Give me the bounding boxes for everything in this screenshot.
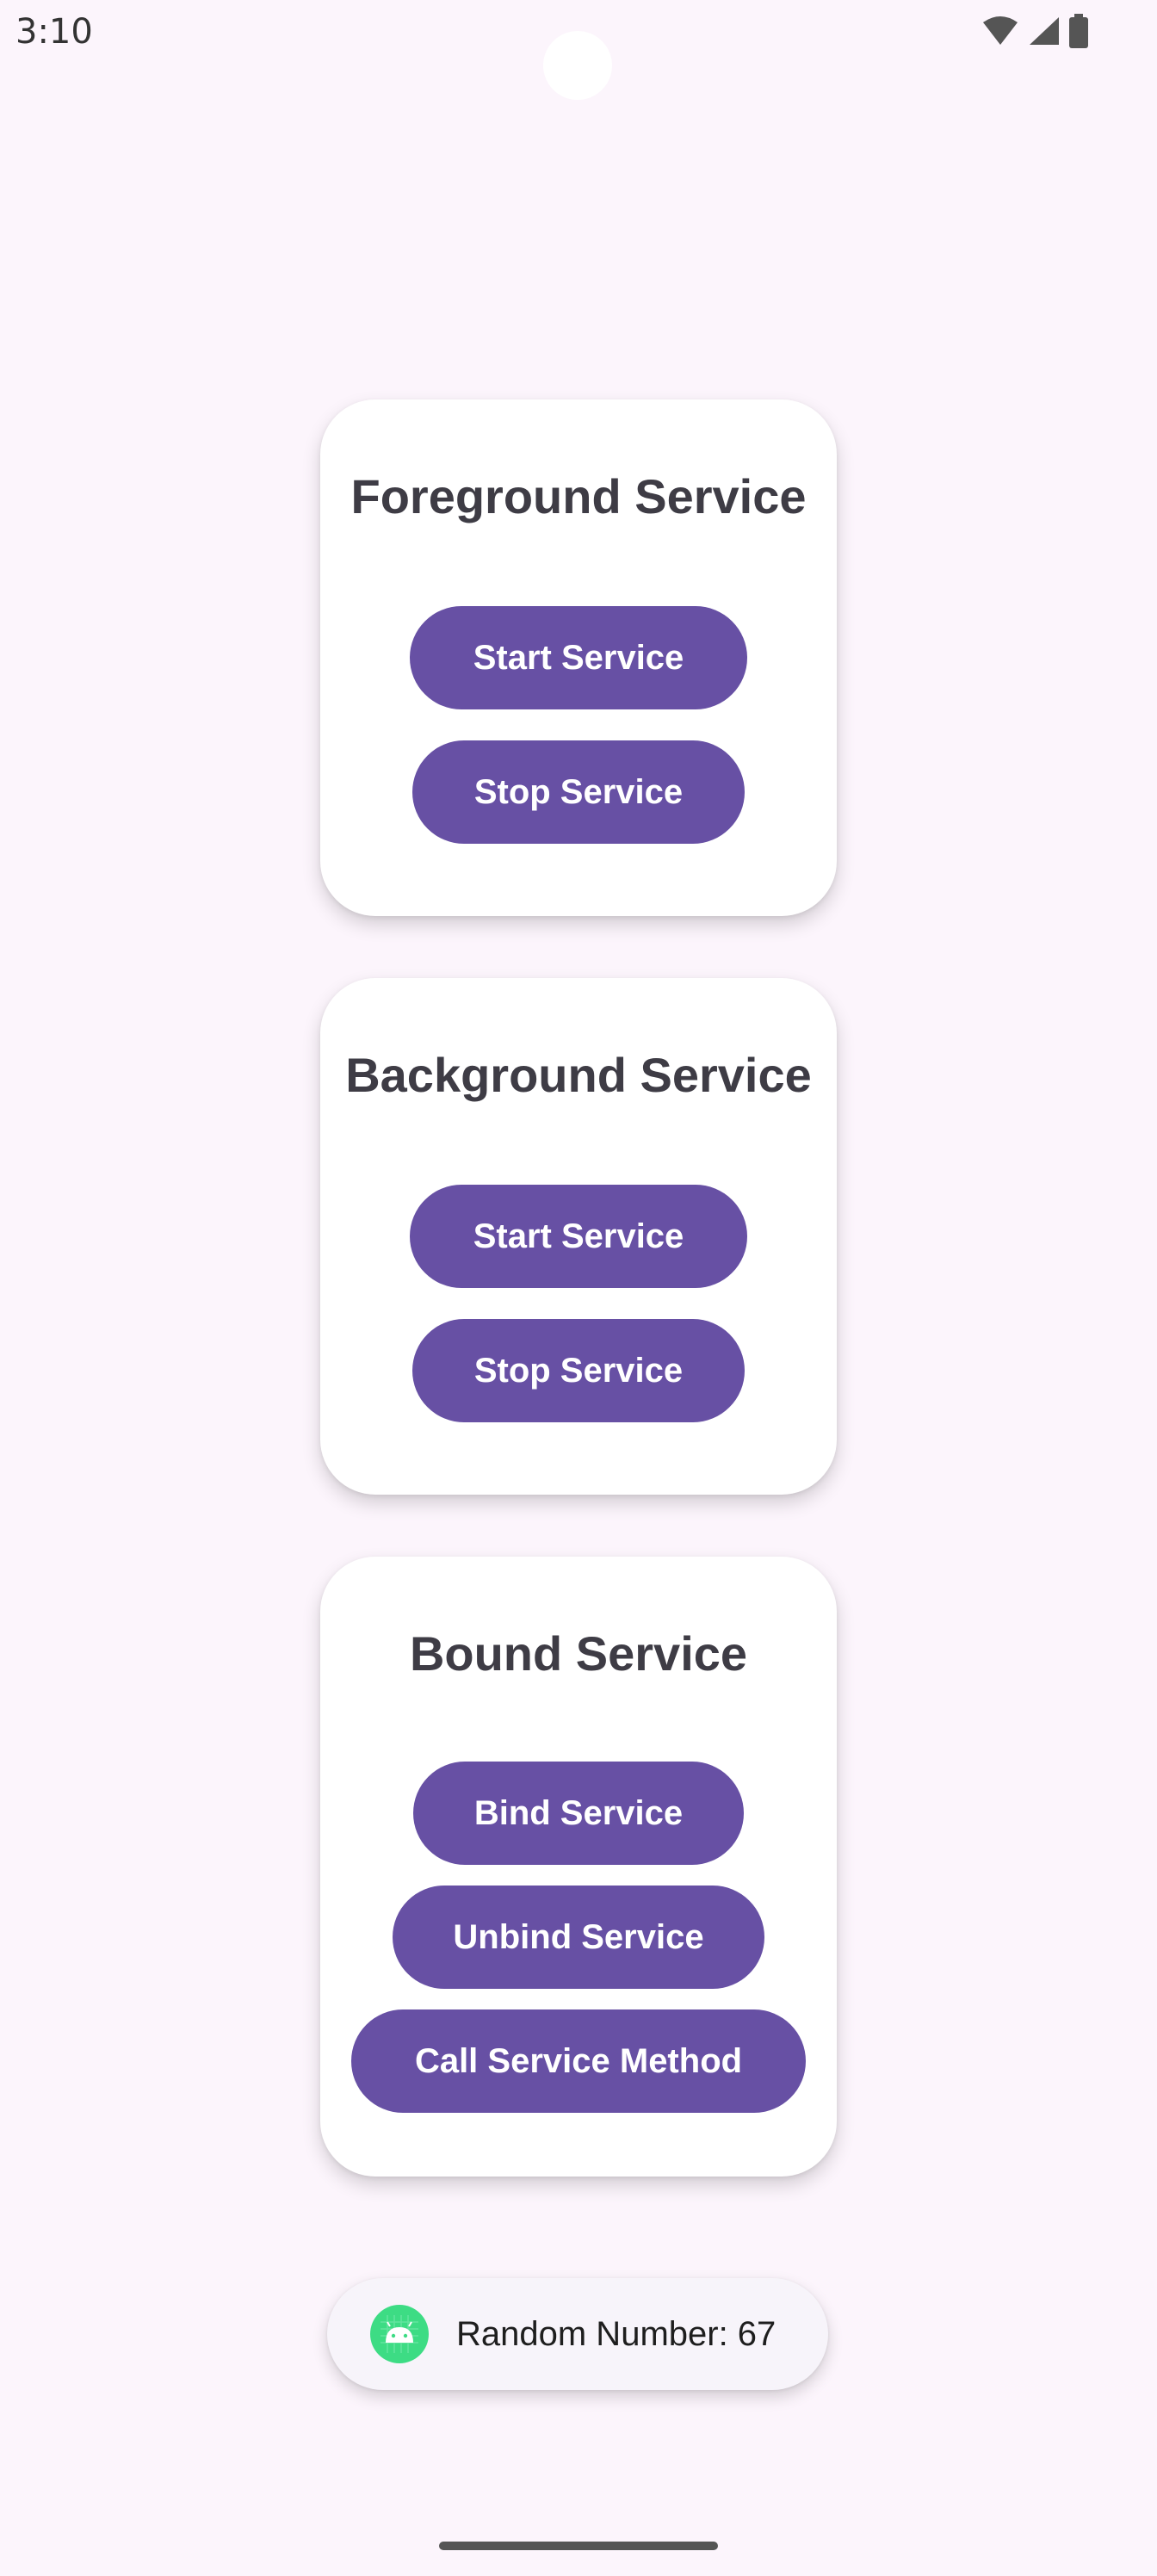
card-title: Bound Service	[409, 1626, 748, 1681]
start-background-service-button[interactable]: Start Service	[410, 1185, 747, 1288]
wifi-icon	[983, 16, 1018, 45]
status-bar: 3:10	[0, 0, 1157, 100]
call-service-method-button[interactable]: Call Service Method	[351, 2009, 806, 2113]
android-app-icon	[370, 2305, 429, 2363]
start-foreground-service-button[interactable]: Start Service	[410, 606, 747, 709]
status-time: 3:10	[15, 12, 93, 52]
cell-signal-icon	[1030, 17, 1059, 45]
toast-message: Random Number: 67	[327, 2278, 828, 2390]
home-indicator[interactable]	[439, 2542, 718, 2550]
bind-service-button[interactable]: Bind Service	[413, 1762, 744, 1865]
card-title: Background Service	[345, 1048, 812, 1102]
unbind-service-button[interactable]: Unbind Service	[393, 1886, 764, 1989]
camera-cutout	[543, 31, 612, 100]
battery-icon	[1069, 14, 1088, 48]
background-service-card: Background Service Start Service Stop Se…	[320, 978, 837, 1495]
card-title: Foreground Service	[350, 469, 807, 523]
stop-background-service-button[interactable]: Stop Service	[412, 1319, 745, 1422]
status-icons	[981, 14, 1088, 48]
bound-service-card: Bound Service Bind Service Unbind Servic…	[320, 1557, 837, 2177]
toast-text: Random Number: 67	[456, 2315, 776, 2353]
stop-foreground-service-button[interactable]: Stop Service	[412, 740, 745, 844]
foreground-service-card: Foreground Service Start Service Stop Se…	[320, 399, 837, 916]
